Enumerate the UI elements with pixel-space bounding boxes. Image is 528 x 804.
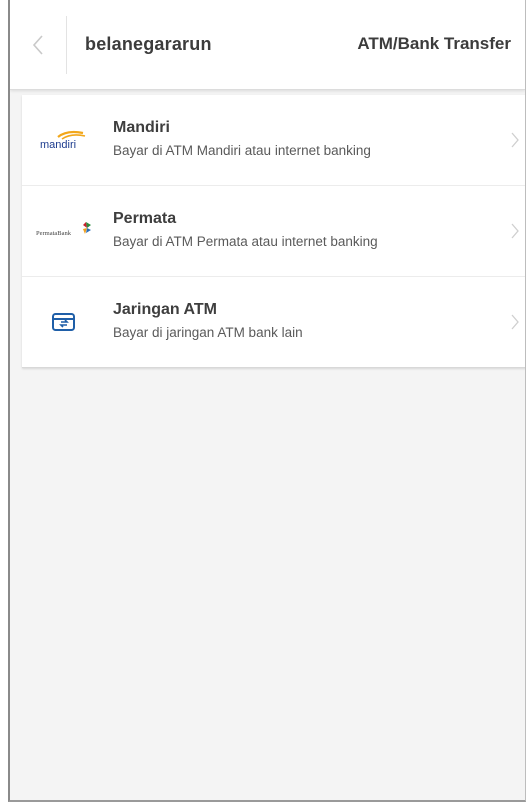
merchant-name: belanegararun	[85, 34, 212, 54]
app-frame: belanegararun ATM/Bank Transfer mandiri …	[8, 0, 526, 802]
permata-logo-icon: PermataBank	[34, 186, 94, 276]
back-button[interactable]	[10, 16, 67, 74]
payment-option-title: Mandiri	[113, 119, 170, 136]
chevron-left-icon	[32, 35, 43, 55]
payment-option-description: Bayar di ATM Permata atau internet banki…	[113, 234, 378, 249]
payment-option-jaringan-atm[interactable]: Jaringan ATM Bayar di jaringan ATM bank …	[22, 277, 525, 368]
page-title: ATM/Bank Transfer	[357, 34, 511, 53]
chevron-right-icon	[511, 132, 519, 148]
payment-option-mandiri[interactable]: mandiri Mandiri Bayar di ATM Mandiri ata…	[22, 95, 525, 186]
payment-option-title: Jaringan ATM	[113, 301, 218, 318]
atm-card-icon	[34, 277, 94, 367]
chevron-right-icon	[511, 314, 519, 330]
payment-method-list: mandiri Mandiri Bayar di ATM Mandiri ata…	[22, 95, 525, 368]
payment-option-title: Permata	[113, 210, 177, 227]
payment-option-description: Bayar di ATM Mandiri atau internet banki…	[113, 143, 371, 158]
permata-logo-text: PermataBank	[36, 230, 72, 237]
mandiri-logo-text: mandiri	[40, 139, 76, 151]
payment-option-description: Bayar di jaringan ATM bank lain	[113, 325, 303, 340]
header: belanegararun ATM/Bank Transfer	[10, 0, 525, 90]
mandiri-logo-icon: mandiri	[34, 95, 94, 185]
chevron-right-icon	[511, 223, 519, 239]
payment-option-permata[interactable]: PermataBank Permata Bayar di ATM Permata…	[22, 186, 525, 277]
